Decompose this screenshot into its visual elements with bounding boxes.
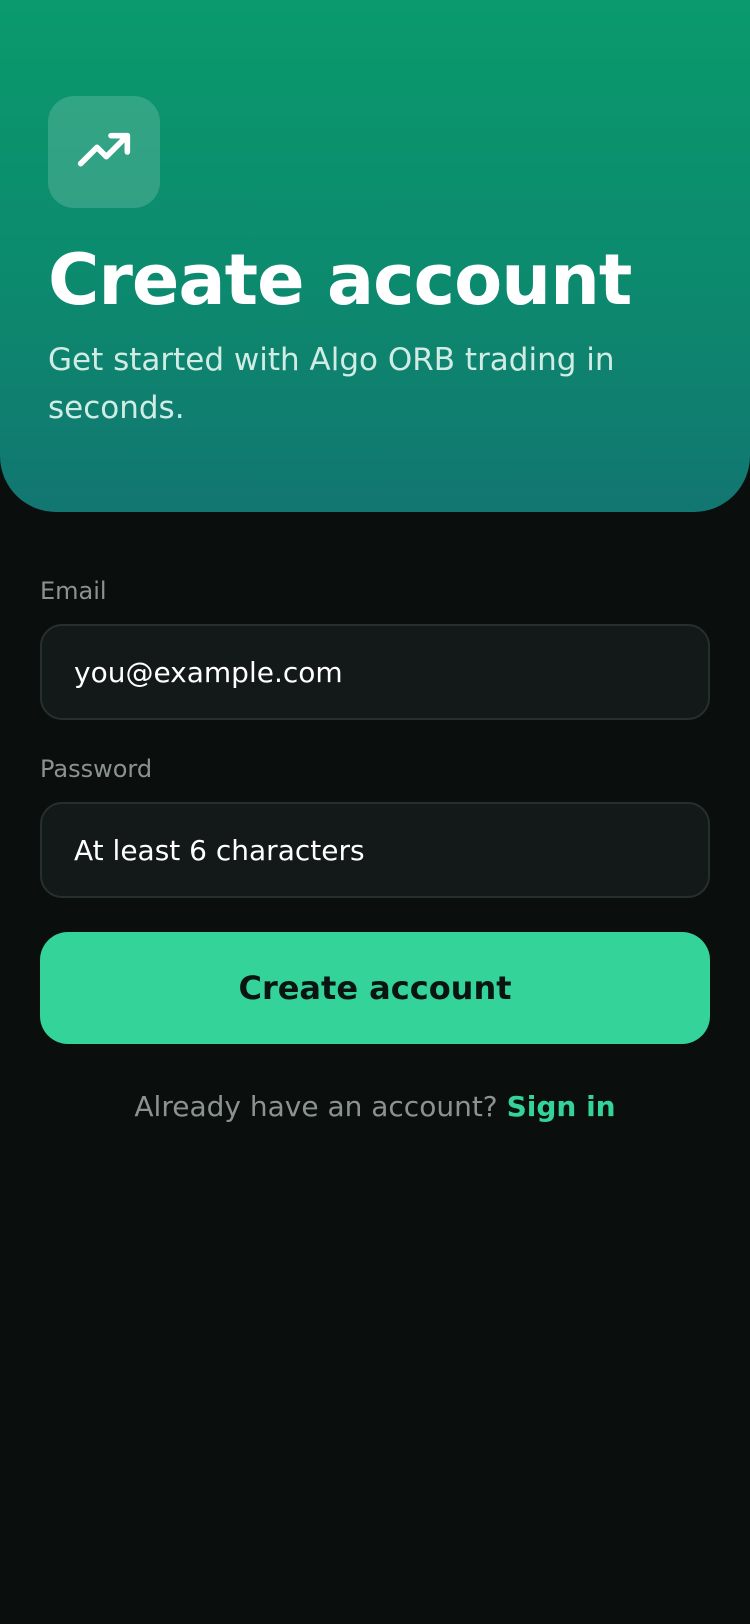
create-account-button[interactable]: Create account	[40, 932, 710, 1044]
hero-header: Create account Get started with Algo ORB…	[0, 0, 750, 512]
email-field[interactable]	[74, 655, 676, 689]
password-field[interactable]	[74, 833, 676, 867]
email-field-container[interactable]	[40, 624, 710, 720]
page-title: Create account	[48, 239, 632, 321]
trending-up-icon	[77, 132, 131, 167]
email-label: Email	[40, 577, 107, 605]
signin-prompt-row: Already have an account? Sign in	[0, 1090, 750, 1123]
app-logo	[48, 96, 160, 208]
password-label: Password	[40, 755, 153, 783]
password-field-container[interactable]	[40, 802, 710, 898]
signin-prompt-text: Already have an account?	[134, 1090, 498, 1123]
sign-in-link[interactable]: Sign in	[507, 1090, 616, 1123]
page-subtitle: Get started with Algo ORB trading in sec…	[48, 342, 615, 426]
